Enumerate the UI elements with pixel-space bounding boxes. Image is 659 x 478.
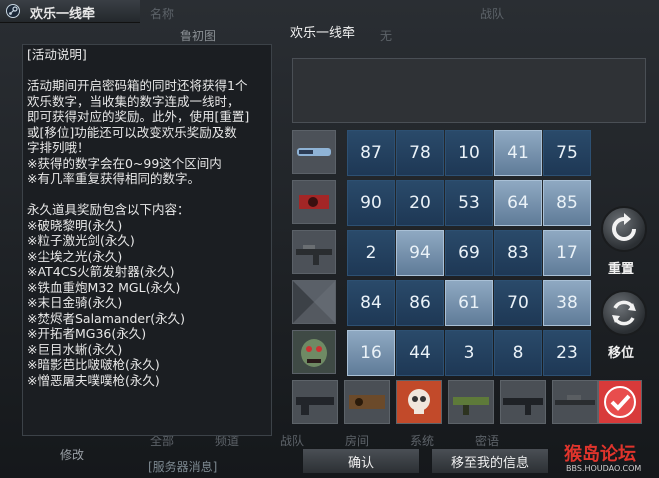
- number-cell: 61: [445, 280, 493, 326]
- number-cell: 44: [396, 330, 444, 376]
- number-cell: 2: [347, 230, 395, 276]
- number-cell: 10: [445, 130, 493, 176]
- number-cell: 87: [347, 130, 395, 176]
- dust-light-icon: [293, 281, 335, 323]
- laser-sword-icon: [293, 131, 335, 173]
- rifle-icon: [293, 231, 335, 273]
- skull-icon: [397, 381, 441, 423]
- watermark-url: BBS.HOUDAO.COM: [566, 464, 642, 473]
- column-reward-3-icon[interactable]: [396, 380, 442, 424]
- monster-icon: [293, 331, 335, 373]
- number-cell: 69: [445, 230, 493, 276]
- number-cell: 23: [543, 330, 591, 376]
- window-titlebar: 欢乐一线牵: [0, 0, 140, 23]
- move-to-my-info-button[interactable]: 移至我的信息: [431, 448, 549, 474]
- number-cell: 85: [543, 180, 591, 226]
- refresh-icon: [612, 213, 636, 241]
- cannon-icon: [345, 381, 389, 423]
- number-cell: 70: [494, 280, 542, 326]
- red-launcher-icon: [293, 181, 335, 223]
- number-cell: 83: [494, 230, 542, 276]
- rotate-arrows-icon: [612, 300, 636, 326]
- event-description: [活动说明] 活动期间开启密码箱的同时还将获得1个 欢乐数字，当收集的数字连成一…: [27, 47, 250, 388]
- steam-icon: [6, 4, 20, 18]
- confirm-button[interactable]: 确认: [302, 448, 420, 474]
- reset-label: 重置: [608, 262, 635, 277]
- reward-display-box: [292, 58, 646, 123]
- column-reward-4-icon[interactable]: [448, 380, 494, 424]
- column-reward-6-icon[interactable]: [552, 380, 598, 424]
- number-cell: 38: [543, 280, 591, 326]
- column-reward-2-icon[interactable]: [344, 380, 390, 424]
- column-reward-1-icon[interactable]: [292, 380, 338, 424]
- event-info-panel[interactable]: [活动说明] 活动期间开启密码箱的同时还将获得1个 欢乐数字，当收集的数字连成一…: [22, 44, 272, 436]
- sniper-icon: [553, 381, 597, 423]
- row-reward-5-icon[interactable]: [292, 330, 336, 374]
- panel-title: 欢乐一线牵: [290, 26, 356, 41]
- number-cell: 64: [494, 180, 542, 226]
- column-reward-5-icon[interactable]: [500, 380, 546, 424]
- check-badge-icon: [599, 381, 641, 423]
- lucky-line-window: 欢乐一线牵 欢乐一线牵 [活动说明] 活动期间开启密码箱的同时还将获得1个 欢乐…: [0, 0, 659, 478]
- window-title: 欢乐一线牵: [30, 7, 96, 22]
- shift-label: 移位: [608, 346, 635, 361]
- number-cell: 53: [445, 180, 493, 226]
- row-reward-2-icon[interactable]: [292, 180, 336, 224]
- reset-button[interactable]: [601, 206, 647, 252]
- number-cell: 8: [494, 330, 542, 376]
- number-cell: 86: [396, 280, 444, 326]
- number-cell: 84: [347, 280, 395, 326]
- number-cell: 90: [347, 180, 395, 226]
- number-cell: 41: [494, 130, 542, 176]
- dark-rifle-icon: [501, 381, 545, 423]
- diagonal-reward-icon[interactable]: [598, 380, 642, 424]
- number-cell: 78: [396, 130, 444, 176]
- number-cell: 17: [543, 230, 591, 276]
- row-reward-4-icon[interactable]: [292, 280, 336, 324]
- number-cell: 3: [445, 330, 493, 376]
- number-cell: 16: [347, 330, 395, 376]
- number-cell: 75: [543, 130, 591, 176]
- machine-gun-icon: [293, 381, 337, 423]
- forum-watermark: 猴岛论坛 BBS.HOUDAO.COM: [560, 440, 658, 476]
- row-reward-1-icon[interactable]: [292, 130, 336, 174]
- green-gun-icon: [449, 381, 493, 423]
- row-reward-3-icon[interactable]: [292, 230, 336, 274]
- shift-button[interactable]: [601, 290, 647, 336]
- number-cell: 94: [396, 230, 444, 276]
- number-cell: 20: [396, 180, 444, 226]
- watermark-brand: 猴岛论坛: [564, 444, 636, 465]
